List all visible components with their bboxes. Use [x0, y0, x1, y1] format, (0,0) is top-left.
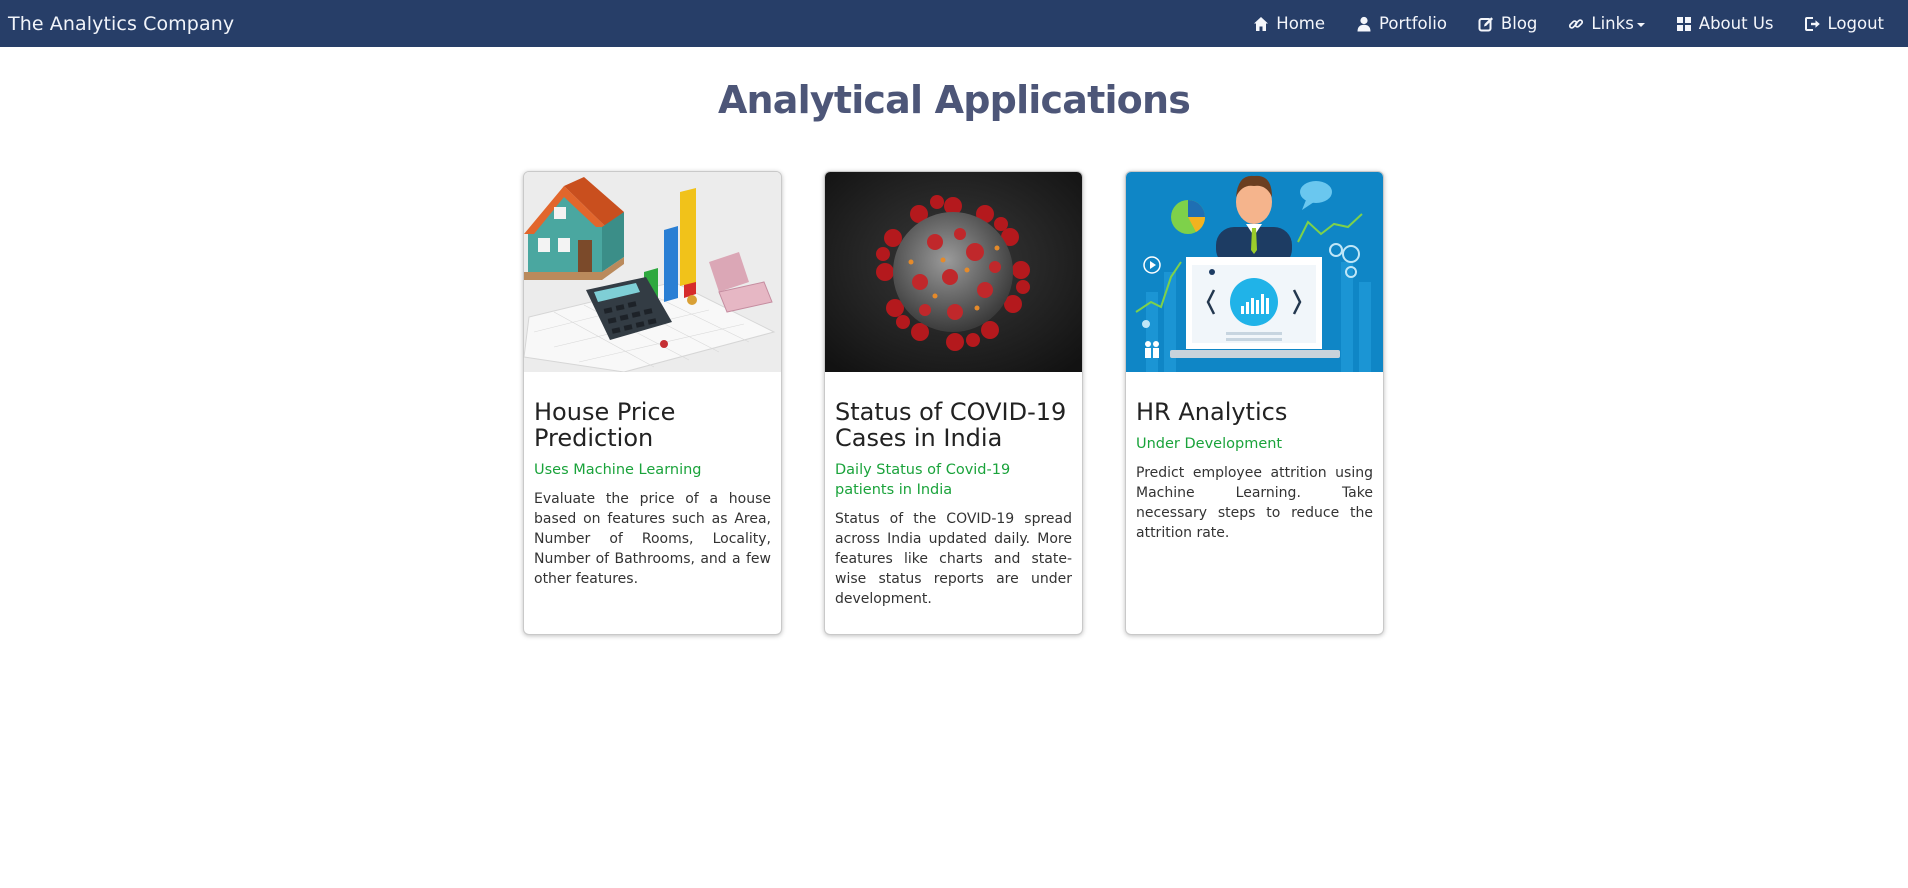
card-description: Evaluate the price of a house based on f… [534, 491, 771, 587]
logout-icon [1804, 15, 1822, 33]
card-description: Status of the COVID-19 spread across Ind… [835, 511, 1072, 607]
home-icon [1252, 15, 1270, 33]
card-title[interactable]: House Price Prediction [534, 399, 771, 451]
brand-logo-text[interactable]: The Analytics Company [8, 13, 234, 35]
nav-portfolio[interactable]: Portfolio [1355, 0, 1447, 47]
nav-about-label: About Us [1698, 14, 1774, 33]
nav-blog-label: Blog [1500, 14, 1538, 33]
nav-links-label: Links [1591, 14, 1634, 33]
card-body: Status of COVID-19 Cases in India Daily … [825, 372, 1082, 619]
nav-home-label: Home [1276, 14, 1326, 33]
card-title[interactable]: HR Analytics [1136, 399, 1373, 425]
card-body: HR Analytics Under Development Predict e… [1126, 372, 1383, 553]
card-subtitle: Under Development [1136, 436, 1283, 452]
card-body: House Price Prediction Uses Machine Lear… [524, 372, 781, 599]
link-icon [1567, 15, 1585, 33]
card-house-price[interactable]: House Price Prediction Uses Machine Lear… [523, 171, 782, 635]
top-navbar: The Analytics Company Home Portfolio Blo… [0, 0, 1908, 47]
nav-links: Home Portfolio Blog Links About Us Logou… [1222, 0, 1884, 47]
card-title[interactable]: Status of COVID-19 Cases in India [835, 399, 1072, 451]
app-cards: House Price Prediction Uses Machine Lear… [523, 171, 1384, 635]
nav-portfolio-label: Portfolio [1379, 14, 1447, 33]
card-hr-analytics[interactable]: HR Analytics Under Development Predict e… [1125, 171, 1384, 635]
nav-logout[interactable]: Logout [1804, 0, 1885, 47]
nav-blog[interactable]: Blog [1477, 0, 1537, 47]
grid-icon [1675, 15, 1693, 33]
card-covid-status[interactable]: Status of COVID-19 Cases in India Daily … [824, 171, 1083, 635]
user-icon [1355, 15, 1373, 33]
card-description: Predict employee attrition using Machine… [1136, 465, 1373, 541]
page-title: Analytical Applications [717, 78, 1191, 122]
nav-logout-label: Logout [1827, 14, 1885, 33]
nav-home[interactable]: Home [1252, 0, 1325, 47]
hr-analytics-image [1126, 172, 1383, 372]
nav-about-us[interactable]: About Us [1675, 0, 1774, 47]
card-subtitle: Daily Status of Covid-19 patients in Ind… [835, 462, 1011, 498]
nav-links-dropdown[interactable]: Links [1567, 0, 1645, 47]
coronavirus-image [825, 172, 1082, 372]
house-price-image [524, 172, 781, 372]
card-subtitle: Uses Machine Learning [534, 462, 702, 478]
chevron-down-icon [1636, 22, 1645, 27]
edit-icon [1477, 15, 1495, 33]
